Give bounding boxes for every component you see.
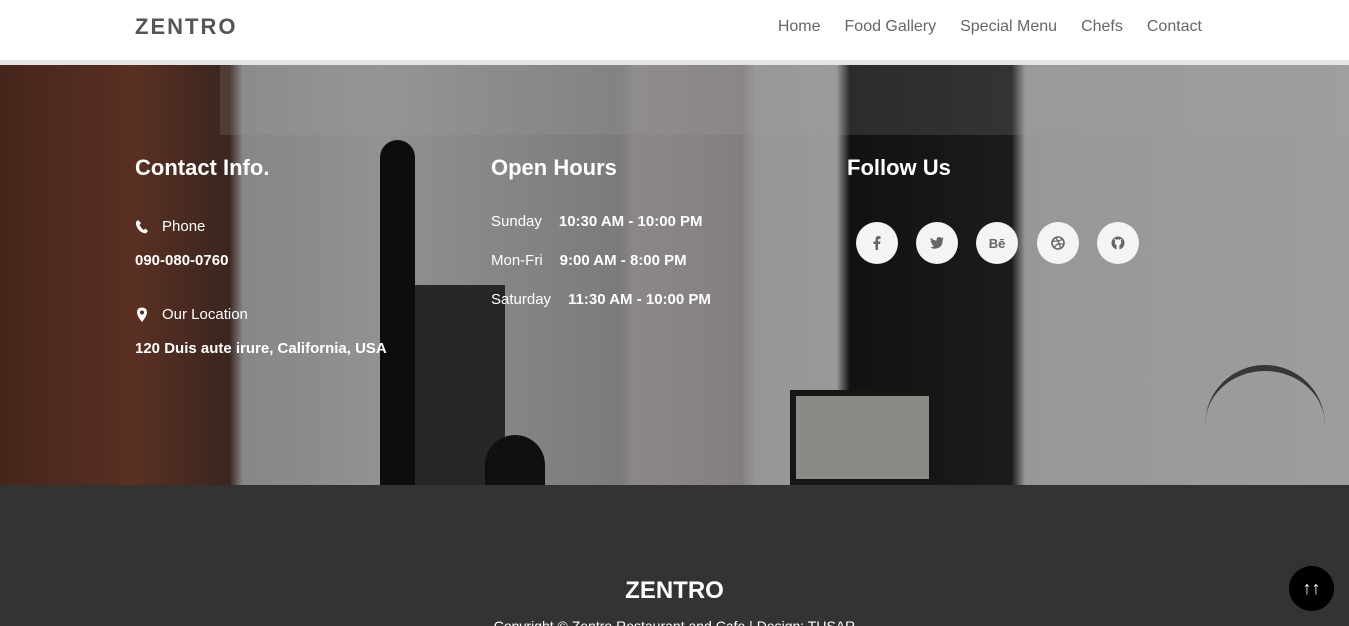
hours-day: Mon-Fri (491, 252, 543, 269)
phone-label: Phone (162, 218, 206, 235)
follow-us-title: Follow Us (847, 155, 951, 180)
contact-info-title: Contact Info. (135, 155, 270, 180)
nav-menu: Home Food Gallery Special Menu Chefs Con… (778, 18, 1202, 36)
hours-row: Saturday 11:30 AM - 10:00 PM (491, 291, 711, 308)
footer-brand: ZENTRO (625, 577, 724, 604)
phone-icon (135, 220, 148, 234)
dribbble-icon[interactable] (1037, 222, 1079, 264)
hours-time: 10:30 AM - 10:00 PM (558, 213, 703, 230)
hours-day: Sunday (491, 213, 542, 230)
brand-logo[interactable]: ZENTRO (135, 14, 237, 40)
map-pin-icon (137, 307, 147, 322)
hours-time: 9:00 AM - 8:00 PM (559, 252, 687, 269)
nav-special-menu[interactable]: Special Menu (960, 18, 1057, 36)
arrow-up-icon: ↑↑ (1302, 578, 1321, 598)
nav-chefs[interactable]: Chefs (1081, 18, 1123, 36)
behance-icon[interactable]: Bē (976, 222, 1018, 264)
nav-food-gallery[interactable]: Food Gallery (845, 18, 937, 36)
phone-number[interactable]: 090-080-0760 (135, 252, 228, 269)
scroll-to-top-button[interactable]: ↑↑ (1289, 566, 1334, 611)
nav-home[interactable]: Home (778, 18, 821, 36)
location-label: Our Location (162, 306, 248, 323)
facebook-icon[interactable] (856, 222, 898, 264)
hours-time: 11:30 AM - 10:00 PM (568, 291, 711, 308)
hours-row: Sunday 10:30 AM - 10:00 PM (491, 213, 703, 230)
copyright-text: Copyright © Zentro Restaurant and Cafe |… (493, 618, 856, 626)
footer: ZENTRO Copyright © Zentro Restaurant and… (0, 485, 1349, 626)
location-address: 120 Duis aute irure, California, USA (135, 340, 387, 357)
nav-contact[interactable]: Contact (1147, 18, 1202, 36)
github-icon[interactable] (1097, 222, 1139, 264)
hours-day: Saturday (491, 291, 552, 308)
hours-row: Mon-Fri 9:00 AM - 8:00 PM (491, 252, 687, 269)
background-image (0, 65, 1349, 485)
navbar: ZENTRO Home Food Gallery Special Menu Ch… (0, 0, 1349, 60)
twitter-icon[interactable] (916, 222, 958, 264)
open-hours-title: Open Hours (491, 155, 617, 180)
